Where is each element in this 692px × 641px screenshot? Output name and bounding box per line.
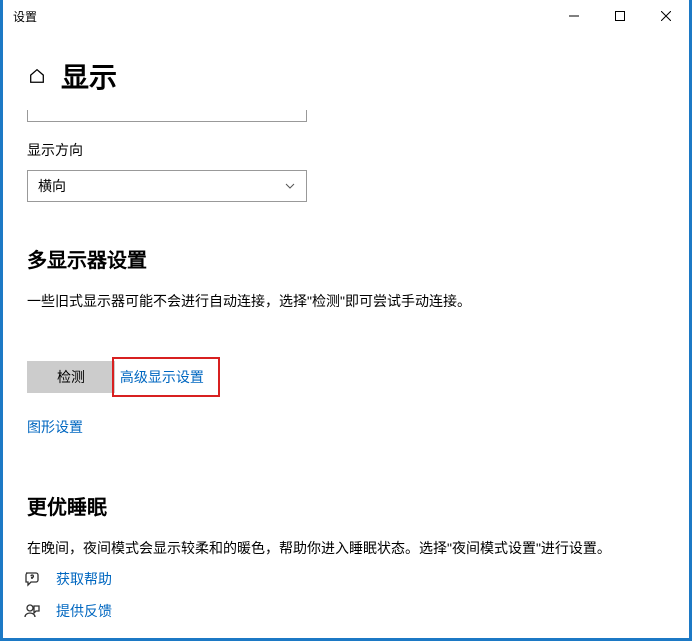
page-title: 显示 — [61, 56, 117, 96]
window-title: 设置 — [13, 8, 551, 25]
get-help-row[interactable]: 获取帮助 — [24, 569, 112, 589]
advanced-display-highlight: 高级显示设置 — [112, 357, 220, 397]
close-button[interactable] — [643, 0, 689, 32]
orientation-dropdown[interactable]: 横向 — [27, 170, 307, 202]
help-icon — [24, 571, 40, 587]
multi-display-desc: 一些旧式显示器可能不会进行自动连接，选择"检测"即可尝试手动连接。 — [27, 291, 665, 311]
orientation-value: 横向 — [38, 176, 66, 196]
orientation-label: 显示方向 — [27, 140, 665, 160]
content-area: 显示方向 横向 多显示器设置 一些旧式显示器可能不会进行自动连接，选择"检测"即… — [3, 110, 689, 638]
settings-window: 设置 显示 显示方向 横向 多 — [0, 0, 692, 641]
maximize-button[interactable] — [597, 0, 643, 32]
multi-display-title: 多显示器设置 — [27, 244, 665, 273]
give-feedback-link[interactable]: 提供反馈 — [56, 601, 112, 621]
detect-button[interactable]: 检测 — [27, 361, 115, 393]
close-icon — [661, 11, 671, 21]
page-header: 显示 — [3, 32, 689, 110]
minimize-button[interactable] — [551, 0, 597, 32]
graphics-settings-link[interactable]: 图形设置 — [27, 417, 83, 437]
maximize-icon — [615, 11, 625, 21]
chevron-down-icon — [284, 180, 296, 192]
footer-links: 获取帮助 提供反馈 — [24, 569, 112, 621]
partial-dropdown-bottom[interactable] — [27, 110, 307, 122]
feedback-icon — [24, 603, 40, 619]
titlebar: 设置 — [3, 0, 689, 32]
advanced-display-link[interactable]: 高级显示设置 — [120, 367, 204, 387]
home-icon[interactable] — [27, 66, 47, 86]
sleep-title: 更优睡眠 — [27, 491, 665, 520]
window-controls — [551, 0, 689, 32]
get-help-link[interactable]: 获取帮助 — [56, 569, 112, 589]
give-feedback-row[interactable]: 提供反馈 — [24, 601, 112, 621]
minimize-icon — [569, 11, 579, 21]
sleep-desc: 在晚间，夜间模式会显示较柔和的暖色，帮助你进入睡眠状态。选择"夜间模式设置"进行… — [27, 538, 665, 558]
